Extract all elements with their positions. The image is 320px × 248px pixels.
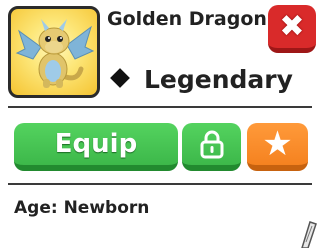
star-icon: ★ — [262, 124, 293, 164]
pet-info-panel: Golden Dragon ✖ Legendary Equip ★ Age: N… — [0, 0, 320, 248]
pet-rarity: Legendary — [144, 65, 293, 94]
rarity-diamond-icon — [110, 68, 130, 88]
lock-button[interactable] — [182, 123, 241, 171]
pet-thumbnail — [8, 6, 100, 98]
pet-name: Golden Dragon — [107, 8, 267, 30]
divider — [8, 183, 312, 185]
close-icon: ✖ — [279, 8, 305, 44]
golden-dragon-image — [15, 19, 95, 88]
divider — [8, 106, 312, 108]
equip-button[interactable]: Equip — [14, 123, 178, 171]
favorite-button[interactable]: ★ — [247, 123, 308, 171]
lock-icon — [200, 130, 223, 159]
equip-button-label: Equip — [54, 129, 138, 159]
pet-age: Age: Newborn — [14, 198, 150, 218]
scroll-handle-icon[interactable] — [296, 218, 320, 248]
close-button[interactable]: ✖ — [268, 5, 316, 53]
